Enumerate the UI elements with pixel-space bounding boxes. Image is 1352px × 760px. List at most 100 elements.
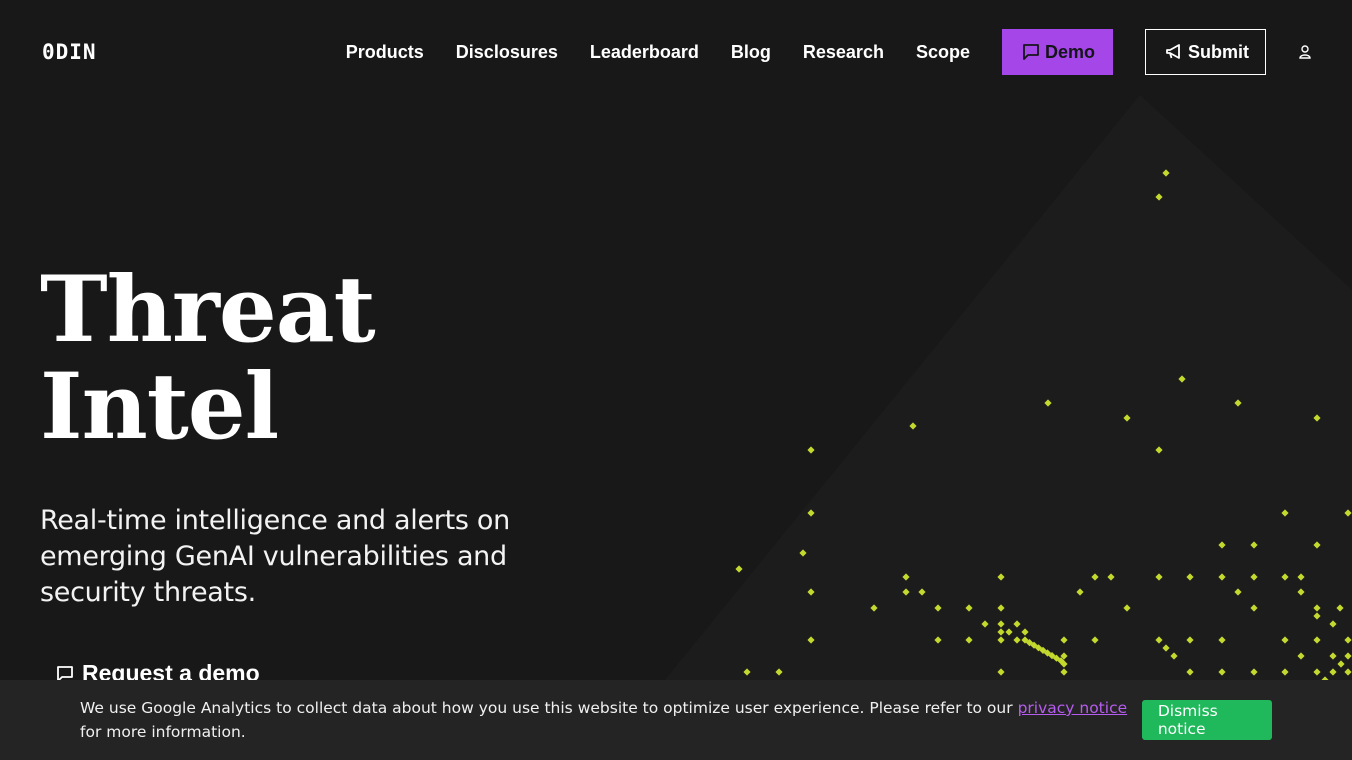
cookie-text-before: We use Google Analytics to collect data …: [80, 699, 1013, 717]
pixel-dot: [1155, 193, 1163, 201]
pixel-dot: [1329, 620, 1337, 628]
pixel-dot: [1123, 604, 1131, 612]
dismiss-notice-button[interactable]: Dismiss notice: [1141, 700, 1272, 740]
pixel-dot: [1281, 509, 1289, 517]
pixel-dot: [1313, 668, 1321, 676]
pixel-dot: [1344, 636, 1352, 644]
pixel-dot: [1076, 588, 1084, 596]
privacy-notice-link[interactable]: privacy notice: [1018, 699, 1128, 717]
nav-research[interactable]: Research: [803, 42, 884, 63]
pixel-dot: [934, 636, 942, 644]
pixel-dot: [909, 422, 917, 430]
nav-disclosures[interactable]: Disclosures: [456, 42, 558, 63]
pixel-dot: [1218, 636, 1226, 644]
pixel-dot: [1281, 573, 1289, 581]
pixel-dot: [1025, 639, 1034, 647]
pixel-dot: [1155, 573, 1163, 581]
pixel-dot: [997, 604, 1005, 612]
pixel-dot: [1060, 636, 1068, 644]
pixel-dot: [1234, 588, 1242, 596]
pixel-dot: [997, 628, 1005, 636]
pixel-dot: [965, 604, 973, 612]
demo-button[interactable]: Demo: [1001, 29, 1113, 75]
cookie-text: We use Google Analytics to collect data …: [80, 696, 1142, 744]
megaphone-icon: [1166, 44, 1180, 59]
pixel-dot: [1162, 644, 1170, 652]
nav-products[interactable]: Products: [346, 42, 424, 63]
pixel-dot: [1186, 668, 1194, 676]
pixel-dot: [1336, 604, 1344, 612]
pixel-dot: [1162, 169, 1170, 177]
pixel-dot: [997, 636, 1005, 644]
page: 0DIN Products Disclosures Leaderboard Bl…: [0, 0, 1352, 760]
pixel-dot: [807, 446, 815, 454]
pixel-dot: [1155, 636, 1163, 644]
hero-title: Threat Intel: [40, 257, 376, 460]
pixel-dot: [799, 549, 807, 557]
pixel-dot: [1281, 668, 1289, 676]
pixel-dot: [1218, 668, 1226, 676]
logo[interactable]: 0DIN: [42, 40, 97, 64]
site-header: 0DIN Products Disclosures Leaderboard Bl…: [0, 0, 1352, 104]
pixel-dot: [1021, 636, 1029, 644]
pixel-dot: [807, 509, 815, 517]
pixel-dot: [1044, 399, 1052, 407]
pixel-dot: [1250, 604, 1258, 612]
pixel-dot: [1344, 668, 1352, 676]
pixel-dot: [1178, 375, 1186, 383]
pixel-dot: [1030, 641, 1038, 649]
pixel-dot: [1013, 620, 1021, 628]
pixel-dot: [1297, 573, 1305, 581]
pixel-dot: [997, 620, 1005, 628]
hero-subtitle: Real-time intelligence and alerts on eme…: [40, 505, 510, 608]
submit-button-label: Submit: [1188, 41, 1249, 62]
pixel-dot: [1313, 604, 1321, 612]
pixel-dot: [1329, 652, 1337, 660]
cookie-banner: We use Google Analytics to collect data …: [0, 680, 1352, 760]
account-button[interactable]: [1298, 44, 1312, 60]
pixel-dot: [1313, 636, 1321, 644]
chat-bubble-icon: [1023, 44, 1039, 60]
pixel-dot: [1297, 588, 1305, 596]
hero-title-line2: Intel: [40, 354, 279, 460]
pixel-dot: [1234, 399, 1242, 407]
pixel-dot: [1005, 628, 1013, 636]
nav-blog[interactable]: Blog: [731, 42, 771, 63]
nav-scope[interactable]: Scope: [916, 42, 970, 63]
pixel-dot: [1344, 509, 1352, 517]
pixel-dot: [1344, 652, 1352, 660]
cookie-text-after: for more information.: [80, 723, 246, 741]
pixel-dot: [775, 668, 783, 676]
pixel-dot: [902, 573, 910, 581]
pixel-dot: [1021, 628, 1029, 636]
pixel-dot: [1329, 668, 1337, 676]
pixel-dot: [1048, 652, 1056, 660]
pixel-dot: [965, 636, 973, 644]
pixel-dot: [1250, 668, 1258, 676]
pixel-dot: [1052, 654, 1061, 662]
pixel-dot: [1337, 660, 1345, 668]
pixel-dot: [1060, 668, 1068, 676]
pixel-dot: [1313, 541, 1321, 549]
pixel-dot: [1186, 636, 1194, 644]
pixel-dot: [997, 573, 1005, 581]
pixel-dot: [807, 588, 815, 596]
pixel-dot: [1060, 660, 1068, 668]
pixel-dot: [981, 620, 989, 628]
pixel-dot: [1186, 573, 1194, 581]
pixel-dot: [1123, 414, 1131, 422]
hero-title-line1: Threat: [40, 257, 376, 363]
pixel-dot: [743, 668, 751, 676]
pixel-dot: [997, 668, 1005, 676]
pixel-dot: [1060, 652, 1068, 660]
pixel-dot: [918, 588, 926, 596]
pixel-dot: [1218, 541, 1226, 549]
submit-button[interactable]: Submit: [1145, 29, 1266, 75]
pixel-dot: [902, 588, 910, 596]
pixel-dot: [1297, 652, 1305, 660]
pixel-dot: [870, 604, 878, 612]
pixel-dot: [1250, 573, 1258, 581]
pixel-dot: [1250, 541, 1258, 549]
nav-leaderboard[interactable]: Leaderboard: [590, 42, 699, 63]
pixel-dot: [1313, 612, 1321, 620]
